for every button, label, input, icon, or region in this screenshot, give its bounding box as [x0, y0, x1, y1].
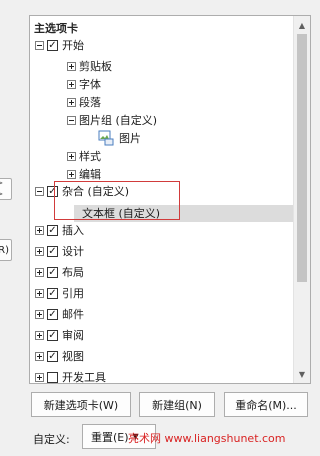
tree-item-label: 布局: [62, 266, 84, 279]
customize-label: 自定义:: [33, 433, 70, 446]
expand-icon[interactable]: [67, 151, 76, 161]
tree-item-label: 段落: [79, 96, 101, 109]
collapse-icon[interactable]: [35, 40, 44, 50]
collapse-icon[interactable]: [35, 186, 44, 196]
tree-item-label: 样式: [79, 150, 101, 163]
reset-partial-label: R): [0, 244, 9, 256]
rename-button[interactable]: 重命名(M)...: [224, 392, 308, 417]
tree-item-kaifagongju[interactable]: 开发工具: [35, 368, 106, 384]
tree-item-youjian[interactable]: ✓ 邮件: [35, 305, 84, 323]
checkbox-youjian[interactable]: ✓: [47, 308, 58, 320]
collapse-icon[interactable]: [67, 115, 76, 125]
expand-icon[interactable]: [35, 225, 44, 235]
scroll-up-arrow-icon[interactable]: ▲: [294, 17, 310, 33]
expand-icon[interactable]: [35, 288, 44, 298]
checkbox-shenyue[interactable]: ✓: [47, 329, 58, 341]
tree-item-tupian[interactable]: 图片: [98, 129, 141, 147]
tree-item-label: 开始: [62, 39, 84, 52]
tree-item-label: 图片: [119, 132, 141, 145]
tree-item-shitu[interactable]: ✓ 视图: [35, 347, 84, 365]
add-arrow-button[interactable]: > >: [0, 178, 12, 200]
reset-partial-button[interactable]: R): [0, 239, 12, 261]
tree-item-label: 剪贴板: [79, 60, 112, 73]
add-arrow-label: > >: [0, 178, 9, 200]
picture-icon: [98, 130, 114, 146]
expand-icon[interactable]: [35, 351, 44, 361]
tree-item-buju[interactable]: ✓ 布局: [35, 263, 84, 281]
tree-item-ziti[interactable]: 字体: [67, 75, 101, 93]
vertical-scrollbar[interactable]: ▲ ▼: [293, 16, 310, 383]
tree-item-label: 设计: [62, 245, 84, 258]
red-highlight-box: [54, 181, 180, 220]
expand-icon[interactable]: [67, 61, 76, 71]
expand-icon[interactable]: [35, 330, 44, 340]
tree-item-jiantieban[interactable]: 剪贴板: [67, 57, 112, 75]
scroll-down-arrow-icon[interactable]: ▼: [294, 366, 310, 382]
tree-item-label: 邮件: [62, 308, 84, 321]
main-tabs-tree[interactable]: 主选项卡 ✓ 开始 剪贴板 字体 段落 图片组 (自定义) 图片 样式 编辑 ✓…: [29, 15, 311, 384]
tree-item-label: 字体: [79, 78, 101, 91]
checkbox-sheji[interactable]: ✓: [47, 245, 58, 257]
new-group-button[interactable]: 新建组(N): [139, 392, 215, 417]
tree-item-label: 图片组 (自定义): [79, 114, 158, 127]
new-tab-label: 新建选项卡(W): [43, 398, 119, 412]
tree-item-duanluo[interactable]: 段落: [67, 93, 101, 111]
tree-item-label: 开发工具: [62, 371, 106, 384]
checkbox-kaishi[interactable]: ✓: [47, 39, 58, 51]
new-group-label: 新建组(N): [152, 398, 202, 412]
tree-item-yinyong[interactable]: ✓ 引用: [35, 284, 84, 302]
tree-item-label: 插入: [62, 224, 84, 237]
expand-icon[interactable]: [35, 267, 44, 277]
tree-item-kaishi[interactable]: ✓ 开始: [35, 36, 84, 54]
tree-item-label: 引用: [62, 287, 84, 300]
new-tab-button[interactable]: 新建选项卡(W): [31, 392, 131, 417]
expand-icon[interactable]: [35, 309, 44, 319]
tree-item-label: 编辑: [79, 168, 101, 181]
checkbox-shitu[interactable]: ✓: [47, 350, 58, 362]
expand-icon[interactable]: [35, 372, 44, 382]
tree-item-label: 视图: [62, 350, 84, 363]
checkbox-buju[interactable]: ✓: [47, 266, 58, 278]
checkbox-kaifagongju[interactable]: [47, 371, 58, 383]
tree-item-sheji[interactable]: ✓ 设计: [35, 242, 84, 260]
tree-item-label: 审阅: [62, 329, 84, 342]
tree-header: 主选项卡: [34, 22, 78, 35]
expand-icon[interactable]: [67, 169, 76, 179]
tree-item-shenyue[interactable]: ✓ 审阅: [35, 326, 84, 344]
watermark-text: 亮术网 www.liangshunet.com: [128, 432, 286, 445]
tree-item-tupianzu[interactable]: 图片组 (自定义): [67, 111, 157, 129]
expand-icon[interactable]: [67, 97, 76, 107]
scrollbar-thumb[interactable]: [297, 34, 307, 282]
checkbox-charu[interactable]: ✓: [47, 224, 58, 236]
reset-label: 重置(E): [91, 430, 129, 444]
expand-icon[interactable]: [35, 246, 44, 256]
checkbox-yinyong[interactable]: ✓: [47, 287, 58, 299]
tree-item-yangshi[interactable]: 样式: [67, 147, 101, 165]
rename-label: 重命名(M)...: [235, 398, 297, 412]
tree-item-charu[interactable]: ✓ 插入: [35, 221, 84, 239]
expand-icon[interactable]: [67, 79, 76, 89]
